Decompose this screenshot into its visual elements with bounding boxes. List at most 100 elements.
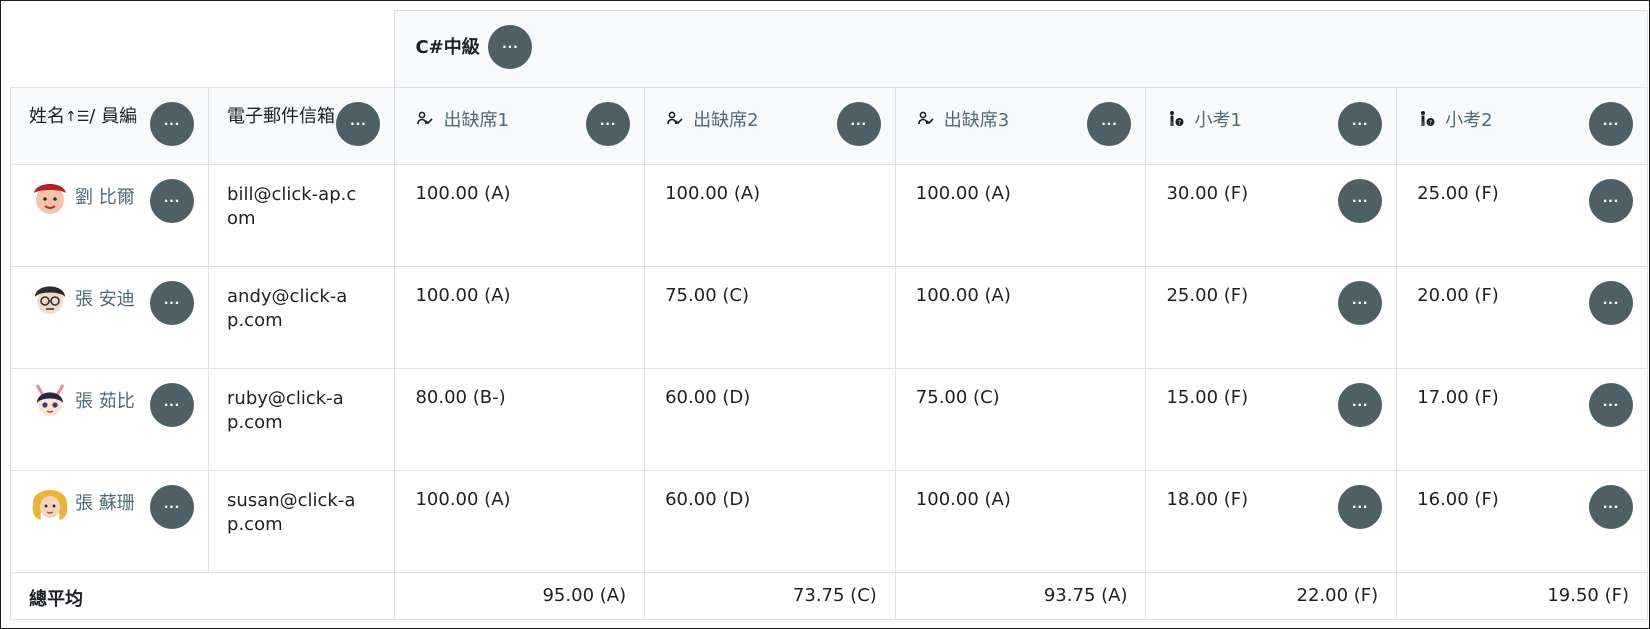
grade-value: 15.00 (F) [1166, 387, 1249, 408]
student-menu-button[interactable]: ... [150, 485, 195, 529]
grade-cell[interactable]: 20.00 (F)... [1396, 266, 1648, 369]
average-cell: 73.75 (C) [644, 572, 896, 620]
grade-cell[interactable]: 100.00 (A) [894, 266, 1147, 369]
grade-value: 100.00 (A) [915, 183, 1011, 204]
grade-cell-menu-button[interactable]: ... [1338, 179, 1383, 223]
grade-cell[interactable]: 100.00 (A) [394, 266, 646, 369]
average-cell: 93.75 (A) [894, 572, 1147, 620]
average-value: 19.50 (F) [1547, 585, 1629, 606]
grade-cell[interactable]: 17.00 (F)... [1396, 368, 1648, 471]
average-value: 22.00 (F) [1296, 585, 1379, 606]
grade-cell[interactable]: 60.00 (D) [644, 368, 896, 471]
student-email: ruby@click-ap.com [227, 388, 344, 433]
student-name-link[interactable]: 張 蘇珊 [75, 489, 135, 515]
student-cell: 張 安迪 ... [9, 266, 210, 369]
table-row: 張 安迪 ... andy@click-ap.com 100.00 (A) 75… [9, 266, 1648, 369]
email-cell: susan@click-ap.com [208, 470, 396, 573]
grade-value: 100.00 (A) [665, 183, 761, 204]
student-menu-button[interactable]: ... [150, 179, 195, 223]
avatar[interactable] [29, 175, 71, 217]
grade-cell[interactable]: 30.00 (F)... [1145, 164, 1398, 267]
grade-cell-menu-button[interactable]: ... [1589, 383, 1633, 427]
grade-item-link[interactable]: 小考2 [1445, 106, 1492, 132]
student-name-link[interactable]: 劉 比爾 [75, 183, 135, 209]
grade-cell[interactable]: 25.00 (F)... [1396, 164, 1648, 267]
sort-ascending-icon[interactable]: ↑☰ [65, 109, 89, 125]
grade-value: 30.00 (F) [1166, 183, 1249, 204]
grade-cell[interactable]: 18.00 (F)... [1145, 470, 1398, 573]
grade-item-header: 出缺席3 ... [894, 87, 1147, 165]
grade-value: 60.00 (D) [665, 387, 751, 408]
student-menu-button[interactable]: ... [150, 383, 195, 427]
average-cell: 95.00 (A) [394, 572, 646, 620]
student-email: bill@click-ap.com [227, 184, 357, 229]
grade-cell[interactable]: 60.00 (D) [644, 470, 896, 573]
grade-item-menu-button[interactable]: ... [1087, 102, 1132, 146]
average-cell: 19.50 (F) [1396, 572, 1648, 620]
email-column-header: 電子郵件信箱 ... [208, 87, 396, 165]
name-header-label[interactable]: 姓名↑☰/ 員編 [29, 102, 137, 128]
name-column-header: 姓名↑☰/ 員編 ... [9, 87, 210, 165]
average-value: 73.75 (C) [792, 585, 877, 606]
grade-item-link[interactable]: 出缺席3 [944, 106, 1009, 132]
grade-value: 60.00 (D) [665, 489, 751, 510]
avatar[interactable] [29, 277, 71, 319]
category-row: C#中級 ... [10, 10, 1648, 88]
grade-cell[interactable]: 25.00 (F)... [1145, 266, 1398, 369]
grade-item-menu-button[interactable]: ... [1589, 102, 1633, 146]
grade-value: 100.00 (A) [415, 489, 511, 510]
overall-average-label-cell: 總平均 [9, 572, 396, 620]
category-header: C#中級 ... [394, 10, 1648, 88]
grader-table: C#中級 ... 姓名↑☰/ 員編 ... 電子郵件信箱 ... 出缺席1 ..… [9, 10, 1648, 620]
grade-item-header: 出缺席2 ... [644, 87, 896, 165]
grade-item-menu-button[interactable]: ... [1338, 102, 1383, 146]
grade-cell[interactable]: 15.00 (F)... [1145, 368, 1398, 471]
overall-average-label: 總平均 [29, 589, 83, 610]
table-row: 劉 比爾 ... bill@click-ap.com 100.00 (A) 10… [9, 164, 1648, 267]
grade-cell[interactable]: 100.00 (A) [394, 470, 646, 573]
avatar[interactable] [29, 481, 71, 523]
average-value: 93.75 (A) [1043, 585, 1128, 606]
grade-value: 100.00 (A) [915, 285, 1011, 306]
header-row: 姓名↑☰/ 員編 ... 電子郵件信箱 ... 出缺席1 ... 出缺席2 ..… [9, 87, 1648, 165]
grade-value: 75.00 (C) [915, 387, 1000, 408]
student-cell: 張 蘇珊 ... [9, 470, 210, 573]
grade-cell[interactable]: 100.00 (A) [894, 164, 1147, 267]
grade-item-link[interactable]: 出缺席2 [693, 106, 758, 132]
grade-cell[interactable]: 100.00 (A) [394, 164, 646, 267]
grade-cell-menu-button[interactable]: ... [1338, 485, 1383, 529]
category-menu-button[interactable]: ... [488, 25, 533, 69]
grade-item-menu-button[interactable]: ... [836, 102, 881, 146]
average-value: 95.00 (A) [542, 585, 627, 606]
grade-item-header: ? 小考1 ... [1145, 87, 1398, 165]
grade-cell[interactable]: 75.00 (C) [894, 368, 1147, 471]
overall-average-row: 總平均 95.00 (A) 73.75 (C) 93.75 (A) 22.00 … [9, 572, 1648, 620]
grade-cell-menu-button[interactable]: ... [1589, 485, 1633, 529]
grade-cell[interactable]: 16.00 (F)... [1396, 470, 1648, 573]
email-column-menu-button[interactable]: ... [336, 102, 381, 146]
grade-item-link[interactable]: 出缺席1 [443, 106, 508, 132]
student-email: susan@click-ap.com [227, 490, 356, 535]
grade-cell-menu-button[interactable]: ... [1589, 179, 1633, 223]
grade-value: 16.00 (F) [1417, 489, 1499, 510]
grade-item-link[interactable]: 小考1 [1194, 106, 1241, 132]
student-menu-button[interactable]: ... [150, 281, 195, 325]
grade-cell[interactable]: 100.00 (A) [894, 470, 1147, 573]
avatar[interactable] [29, 379, 71, 421]
student-name-link[interactable]: 張 茹比 [75, 387, 135, 413]
grade-cell[interactable]: 80.00 (B-) [394, 368, 646, 471]
grade-item-header: 出缺席1 ... [394, 87, 646, 165]
grade-value: 25.00 (F) [1166, 285, 1249, 306]
svg-text:?: ? [1429, 120, 1432, 127]
grade-item-menu-button[interactable]: ... [586, 102, 631, 146]
name-column-menu-button[interactable]: ... [150, 102, 195, 146]
grade-value: 25.00 (F) [1417, 183, 1499, 204]
student-name-link[interactable]: 張 安迪 [75, 285, 135, 311]
grade-cell-menu-button[interactable]: ... [1589, 281, 1633, 325]
grade-cell-menu-button[interactable]: ... [1338, 281, 1383, 325]
quiz-icon: ? [1166, 109, 1186, 129]
grade-item-header: ? 小考2 ... [1396, 87, 1648, 165]
grade-cell[interactable]: 100.00 (A) [644, 164, 896, 267]
grade-cell-menu-button[interactable]: ... [1338, 383, 1383, 427]
grade-cell[interactable]: 75.00 (C) [644, 266, 896, 369]
